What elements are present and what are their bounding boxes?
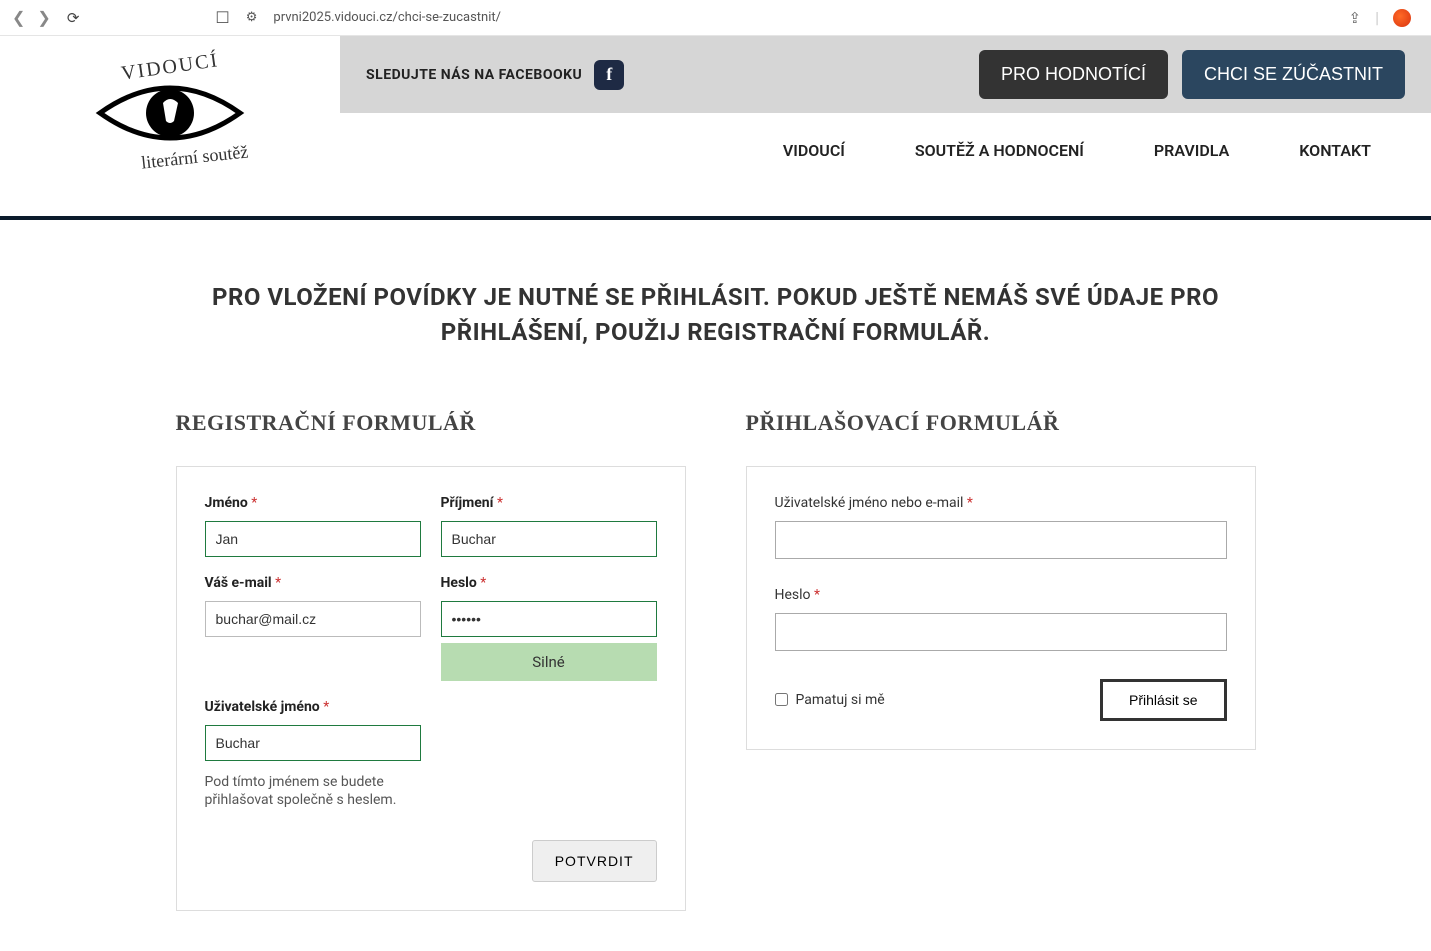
site-settings-icon[interactable]: ⚙	[246, 10, 258, 25]
required-star: *	[323, 699, 329, 715]
nav-arrows: ❮ ❯	[12, 8, 51, 27]
evaluators-button[interactable]: PRO HODNOTÍCÍ	[979, 50, 1168, 99]
site-logo[interactable]: VIDOUCÍ literární soutěž	[0, 36, 340, 216]
required-star: *	[814, 587, 820, 603]
bookmark-icon[interactable]: ☐	[215, 8, 229, 27]
forward-icon: ❯	[37, 8, 50, 27]
first-name-label: Jméno *	[205, 495, 421, 511]
required-star: *	[967, 495, 973, 511]
email-input[interactable]	[205, 601, 421, 637]
email-field-wrap: Váš e-mail *	[205, 575, 421, 681]
required-star: *	[251, 495, 257, 511]
required-star: *	[480, 575, 486, 591]
email-label: Váš e-mail *	[205, 575, 421, 591]
brave-shield-icon[interactable]	[1393, 9, 1411, 27]
register-submit-button[interactable]: POTVRDIT	[532, 840, 657, 882]
username-hint: Pod tímto jménem se budete přihlašovat s…	[205, 773, 421, 811]
last-name-label: Příjmení *	[441, 495, 657, 511]
registration-column: REGISTRAČNÍ FORMULÁŘ Jméno *	[176, 410, 686, 912]
participate-button[interactable]: CHCI SE ZÚČASTNIT	[1182, 50, 1405, 99]
follow-group: SLEDUJTE NÁS NA FACEBOOKU f	[366, 60, 624, 90]
nav-contact[interactable]: KONTAKT	[1299, 141, 1371, 160]
required-star: *	[497, 495, 503, 511]
login-user-label: Uživatelské jméno nebo e-mail *	[775, 495, 1227, 511]
reload-icon[interactable]: ⟳	[67, 9, 80, 27]
remember-me-checkbox[interactable]	[775, 693, 788, 706]
url-area: ☐ ⚙ prvni2025.vidouci.cz/chci-se-zucastn…	[95, 8, 1332, 27]
login-password-label: Heslo *	[775, 587, 1227, 603]
required-star: *	[275, 575, 281, 591]
registration-title: REGISTRAČNÍ FORMULÁŘ	[176, 410, 686, 436]
separator: |	[1375, 8, 1379, 27]
remember-me-wrap[interactable]: Pamatuj si mě	[775, 692, 885, 708]
last-name-input[interactable]	[441, 521, 657, 557]
nav-contest[interactable]: SOUTĚŽ A HODNOCENÍ	[915, 141, 1084, 160]
last-name-field: Příjmení *	[441, 495, 657, 557]
password-strength-badge: Silné	[441, 643, 657, 681]
login-form: Uživatelské jméno nebo e-mail * Heslo * …	[746, 466, 1256, 750]
remember-me-label: Pamatuj si mě	[796, 692, 885, 708]
header-buttons: PRO HODNOTÍCÍ CHCI SE ZÚČASTNIT	[979, 50, 1405, 99]
address-bar[interactable]: prvni2025.vidouci.cz/chci-se-zucastnit/	[273, 10, 501, 25]
site-header: VIDOUCÍ literární soutěž SLEDUJTE NÁS NA…	[0, 36, 1431, 220]
follow-text: SLEDUJTE NÁS NA FACEBOOKU	[366, 67, 582, 83]
password-field-wrap: Heslo * Silné	[441, 575, 657, 681]
username-label: Uživatelské jméno *	[205, 699, 421, 715]
login-user-input[interactable]	[775, 521, 1227, 559]
login-submit-button[interactable]: Přihlásit se	[1100, 679, 1226, 721]
username-input[interactable]	[205, 725, 421, 761]
login-column: PŘIHLAŠOVACÍ FORMULÁŘ Uživatelské jméno …	[746, 410, 1256, 912]
login-title: PŘIHLAŠOVACÍ FORMULÁŘ	[746, 410, 1256, 436]
back-icon[interactable]: ❮	[12, 8, 25, 27]
login-password-input[interactable]	[775, 613, 1227, 651]
share-icon[interactable]: ⇪	[1349, 9, 1362, 27]
page-heading: PRO VLOŽENÍ POVÍDKY JE NUTNÉ SE PŘIHLÁSI…	[176, 280, 1256, 350]
browser-chrome: ❮ ❯ ⟳ ☐ ⚙ prvni2025.vidouci.cz/chci-se-z…	[0, 0, 1431, 36]
browser-right-icons: ⇪ |	[1349, 8, 1419, 27]
main-nav: VIDOUCÍ SOUTĚŽ A HODNOCENÍ PRAVIDLA KONT…	[340, 113, 1431, 188]
nav-home[interactable]: VIDOUCÍ	[783, 141, 845, 160]
first-name-field: Jméno *	[205, 495, 421, 557]
first-name-input[interactable]	[205, 521, 421, 557]
nav-rules[interactable]: PRAVIDLA	[1154, 141, 1229, 160]
password-label: Heslo *	[441, 575, 657, 591]
top-bar: SLEDUJTE NÁS NA FACEBOOKU f PRO HODNOTÍC…	[340, 36, 1431, 113]
registration-form: Jméno * Příjmení *	[176, 466, 686, 912]
eye-icon	[90, 73, 250, 153]
facebook-icon[interactable]: f	[594, 60, 624, 90]
password-input[interactable]	[441, 601, 657, 637]
username-field-wrap: Uživatelské jméno * Pod tímto jménem se …	[205, 699, 421, 811]
